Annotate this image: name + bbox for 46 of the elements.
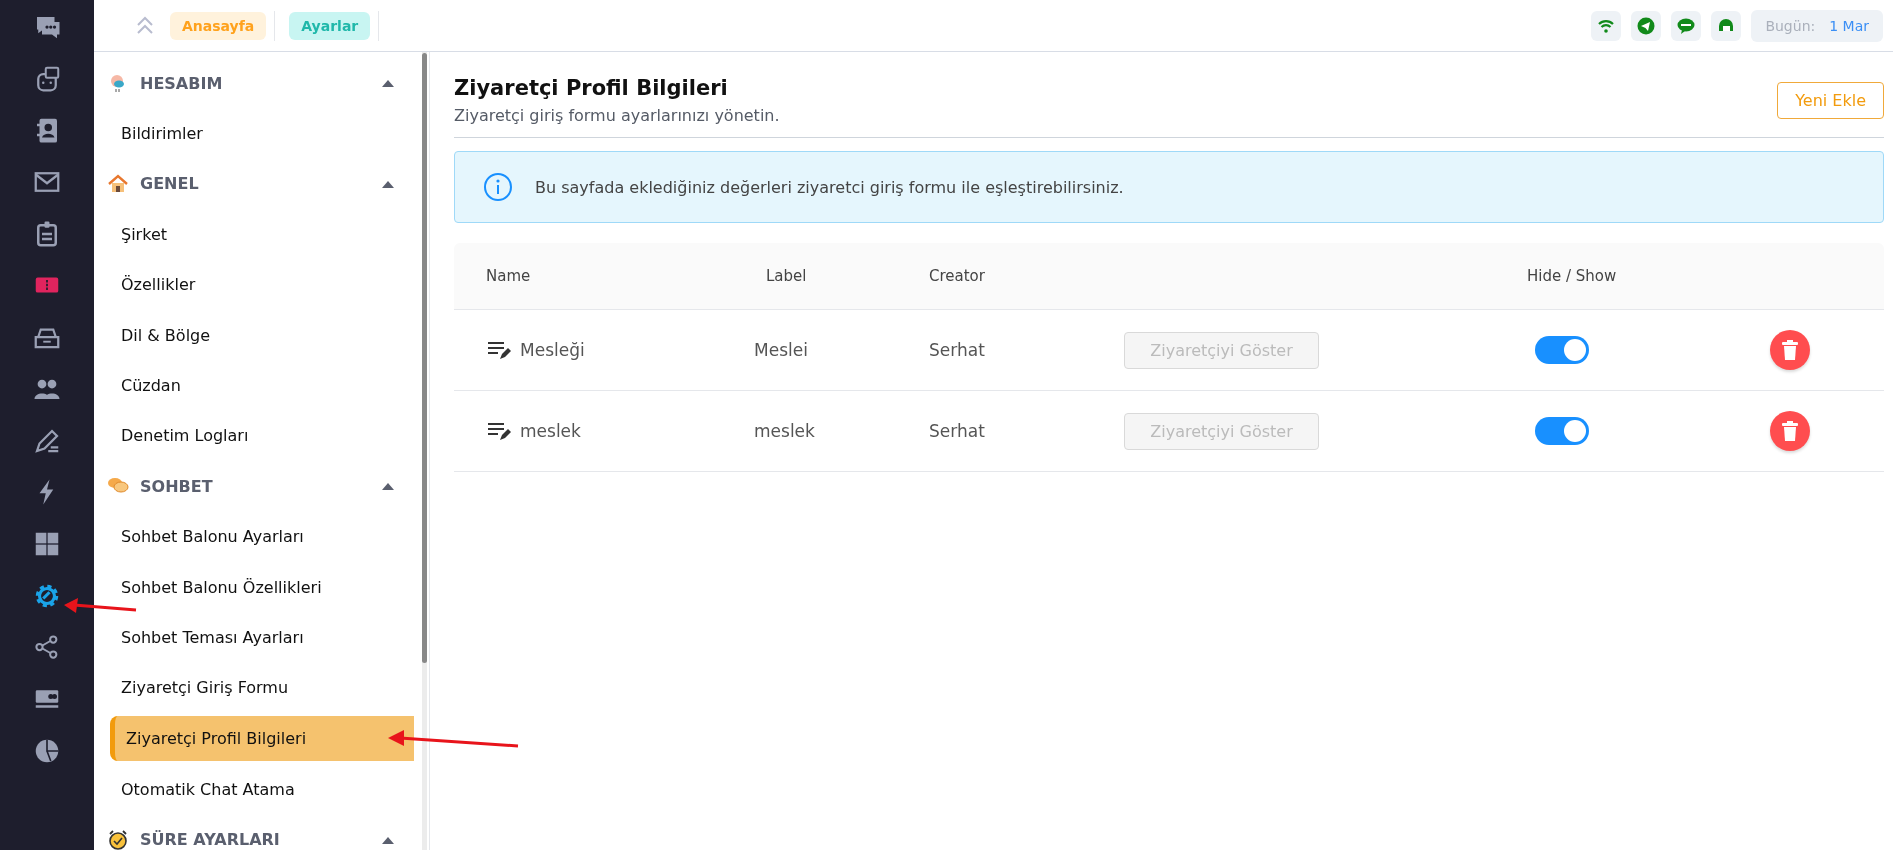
section-title[interactable]: HESABIM <box>140 73 381 93</box>
alarm-clock-icon <box>106 828 130 850</box>
column-header: Name <box>485 267 532 285</box>
caret-icon[interactable] <box>381 78 395 89</box>
section-title[interactable]: SÜRE AYARLARI <box>140 830 381 850</box>
nav-item[interactable]: Ziyaretçi Giriş Formu <box>94 662 414 714</box>
nav-item[interactable]: Ziyaretçi Profil Bilgileri <box>110 716 414 762</box>
table-cell-text: Serhat <box>929 340 986 360</box>
nav-item[interactable]: Cüzdan <box>94 360 414 411</box>
nav-item[interactable]: Denetim Logları <box>94 410 414 462</box>
info-icon <box>483 172 513 202</box>
nav-item[interactable]: Dil & Bölge <box>94 309 414 361</box>
nav-item[interactable]: Sohbet Balonu Ayarları <box>94 511 414 562</box>
delete-button[interactable] <box>1770 411 1810 451</box>
page-title: Ziyaretçi Profil Bilgileri <box>454 76 729 100</box>
nav-item[interactable]: Bildirimler <box>94 108 414 159</box>
page-subtitle: Ziyaretçi giriş formu ayarlarınızı yönetin. <box>454 106 781 125</box>
table-cell: meslek <box>520 421 581 441</box>
table-cell-text: meslek <box>754 421 816 441</box>
column-header: Creator <box>929 267 986 285</box>
edit-list-icon[interactable] <box>486 420 512 442</box>
nav-item[interactable]: Sohbet Teması Ayarları <box>94 612 414 663</box>
edit-list-icon[interactable] <box>486 339 512 361</box>
table-cell-text: Meslei <box>754 340 809 360</box>
trash-icon <box>1780 339 1800 361</box>
house-icon <box>106 172 130 195</box>
delete-button[interactable] <box>1770 330 1810 370</box>
column-header: Label <box>765 267 808 285</box>
trash-icon <box>1780 420 1800 442</box>
wifi-icon[interactable] <box>1591 10 1622 41</box>
paper-plane-icon[interactable] <box>1631 10 1662 41</box>
section-title[interactable]: SOHBET <box>140 476 381 496</box>
table-cell-text: Serhat <box>929 421 986 441</box>
nav-item[interactable]: Sohbet Balonu Özellikleri <box>94 561 414 613</box>
caret-icon[interactable] <box>381 481 395 492</box>
nav-item[interactable]: Özellikler <box>94 259 414 310</box>
info-text: Bu sayfada eklediğiniz değerleri ziyaretci giriş formu ile eşleştirebilirsiniz. <box>535 177 1124 197</box>
nav-item[interactable]: Otomatik Chat Atama <box>94 764 414 815</box>
sms-bubble-icon[interactable] <box>1671 10 1702 41</box>
section-title[interactable]: GENEL <box>140 174 381 194</box>
table-cell: Mesleği <box>520 340 585 360</box>
date-label: Bugün: <box>1765 17 1816 34</box>
scrollbar-thumb[interactable] <box>422 53 427 663</box>
column-header: Hide / Show <box>1527 267 1618 285</box>
nav-item[interactable]: Şirket <box>94 209 414 260</box>
date-value: 1 Mar <box>1829 17 1869 34</box>
